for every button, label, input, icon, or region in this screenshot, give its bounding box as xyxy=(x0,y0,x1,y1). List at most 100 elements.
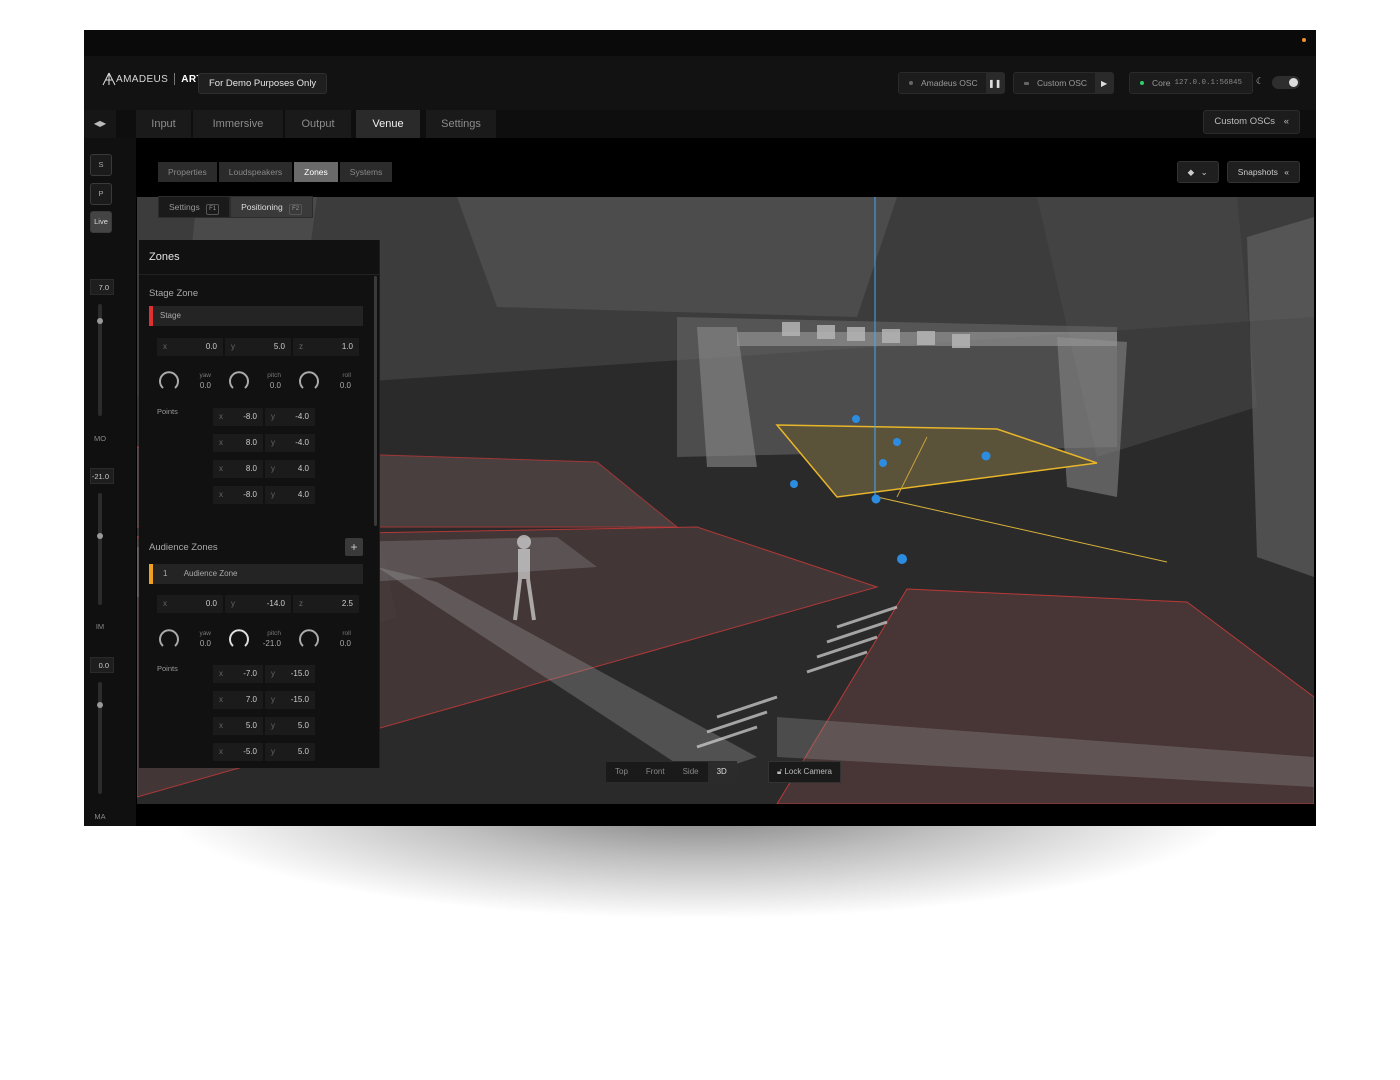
stage-point-1-y-value: -4.0 xyxy=(295,412,309,421)
audience-zone-row[interactable]: 1 Audience Zone xyxy=(149,564,363,584)
demo-badge: For Demo Purposes Only xyxy=(198,73,328,94)
layers-dropdown[interactable]: ◆ ⌄ xyxy=(1176,161,1219,183)
ma-label: MA xyxy=(94,812,106,821)
stage-roll-dial[interactable] xyxy=(297,368,321,392)
positioning-subtab[interactable]: Positioning F2 xyxy=(230,196,314,218)
sidebar-expand-button[interactable]: ◀▶ xyxy=(84,110,116,138)
audience-point-1-y[interactable]: y -15.0 xyxy=(265,665,315,683)
stage-z-field[interactable]: z 1.0 xyxy=(293,338,359,356)
lock-camera-button[interactable]: 🔓︎ Lock Camera xyxy=(768,761,841,783)
lock-camera-label: Lock Camera xyxy=(784,767,832,776)
audience-point-4-y[interactable]: y 5.0 xyxy=(265,743,315,761)
audience-point-2-x[interactable]: x 7.0 xyxy=(213,691,263,709)
stage-point-1-x[interactable]: x -8.0 xyxy=(213,408,263,426)
amadeus-logo-icon xyxy=(102,72,116,86)
add-zone-button[interactable]: + xyxy=(345,538,363,556)
tab-output[interactable]: Output xyxy=(285,110,351,138)
stage-point-2-y[interactable]: y -4.0 xyxy=(265,434,315,452)
stage-roll-value: 0.0 xyxy=(339,381,351,390)
amadeus-osc-status-dot xyxy=(909,81,913,85)
live-button[interactable]: Live xyxy=(90,211,112,233)
audience-point-2-y[interactable]: y -15.0 xyxy=(265,691,315,709)
theme-toggle[interactable] xyxy=(1272,76,1300,89)
x-label: x xyxy=(219,464,223,473)
snapshots-button[interactable]: Snapshots « xyxy=(1226,161,1300,183)
audience-point-1-x[interactable]: x -7.0 xyxy=(213,665,263,683)
pause-button[interactable]: ❚❚ xyxy=(985,73,1004,93)
stage-y-field[interactable]: y 5.0 xyxy=(225,338,291,356)
core-label: Core xyxy=(1152,78,1171,88)
stage-zone-heading: Stage Zone xyxy=(149,288,199,299)
stage-x-field[interactable]: x 0.0 xyxy=(157,338,223,356)
y-label: y xyxy=(271,464,275,473)
mo-slider-knob[interactable] xyxy=(97,318,103,324)
audience-zones-heading: Audience Zones xyxy=(149,542,218,553)
subtab-loudspeakers[interactable]: Loudspeakers xyxy=(218,162,293,182)
panel-scrollbar[interactable] xyxy=(374,276,377,526)
preview-button[interactable]: P xyxy=(90,183,112,205)
mo-label: MO xyxy=(93,434,107,443)
amadeus-osc-connection[interactable]: Amadeus OSC ❚❚ xyxy=(898,72,1005,94)
core-connection[interactable]: Core 127.0.0.1:56845 xyxy=(1129,72,1253,94)
tab-input[interactable]: Input xyxy=(136,110,191,138)
stage-point-2-x[interactable]: x 8.0 xyxy=(213,434,263,452)
tab-settings[interactable]: Settings xyxy=(426,110,496,138)
subtab-properties[interactable]: Properties xyxy=(158,162,217,182)
audience-point-4-x[interactable]: x -5.0 xyxy=(213,743,263,761)
audience-pitch-dial[interactable] xyxy=(227,626,251,650)
stage-yaw-dial[interactable] xyxy=(157,368,181,392)
mo-value[interactable]: 7.0 xyxy=(90,279,114,295)
stage-pitch-dial[interactable] xyxy=(227,368,251,392)
x-label: x xyxy=(219,412,223,421)
positioning-subtab-label: Positioning xyxy=(241,202,283,212)
tab-immersive[interactable]: Immersive xyxy=(193,110,283,138)
audience-point-3-x[interactable]: x 5.0 xyxy=(213,717,263,735)
positioning-tabs: Settings F1 Positioning F2 xyxy=(158,196,314,218)
view-top-button[interactable]: Top xyxy=(606,762,637,782)
x-label: x xyxy=(219,438,223,447)
audience-z-field[interactable]: z 2.5 xyxy=(293,595,359,613)
audience-x-field[interactable]: x 0.0 xyxy=(157,595,223,613)
stage-point-4-x[interactable]: x -8.0 xyxy=(213,486,263,504)
x-label: x xyxy=(163,342,167,351)
settings-subtab[interactable]: Settings F1 xyxy=(158,196,231,218)
im-slider[interactable] xyxy=(98,493,102,605)
stage-y-value: 5.0 xyxy=(273,342,285,351)
audience-point-3-y[interactable]: y 5.0 xyxy=(265,717,315,735)
ma-value[interactable]: 0.0 xyxy=(90,657,114,673)
x-label: x xyxy=(219,695,223,704)
subtab-zones[interactable]: Zones xyxy=(294,162,338,182)
ma-slider[interactable] xyxy=(98,682,102,794)
audience-y-field[interactable]: y -14.0 xyxy=(225,595,291,613)
stage-point-3-x[interactable]: x 8.0 xyxy=(213,460,263,478)
audience-point-1-y-value: -15.0 xyxy=(290,669,309,678)
subtab-systems[interactable]: Systems xyxy=(339,162,393,182)
audience-x-value: 0.0 xyxy=(205,599,217,608)
audience-point-3-y-value: 5.0 xyxy=(297,721,309,730)
view-side-button[interactable]: Side xyxy=(674,762,708,782)
y-label: y xyxy=(271,695,275,704)
custom-osc-connection[interactable]: Custom OSC ▶ xyxy=(1013,72,1115,94)
audience-points-label: Points xyxy=(157,664,178,673)
solo-button[interactable]: S xyxy=(90,154,112,176)
collapse-icon: « xyxy=(1283,116,1289,127)
positioning-shortcut: F2 xyxy=(289,204,303,215)
custom-oscs-button[interactable]: Custom OSCs « xyxy=(1203,110,1300,134)
im-value[interactable]: -21.0 xyxy=(90,468,114,484)
stage-zone-row[interactable]: Stage xyxy=(149,306,363,326)
stage-point-4-y[interactable]: y 4.0 xyxy=(265,486,315,504)
audience-roll-dial[interactable] xyxy=(297,626,321,650)
play-button[interactable]: ▶ xyxy=(1095,73,1114,93)
audience-yaw-dial[interactable] xyxy=(157,626,181,650)
stage-point-1-y[interactable]: y -4.0 xyxy=(265,408,315,426)
ma-slider-knob[interactable] xyxy=(97,702,103,708)
im-label: IM xyxy=(95,622,105,631)
view-front-button[interactable]: Front xyxy=(637,762,674,782)
stage-point-3-y[interactable]: y 4.0 xyxy=(265,460,315,478)
im-slider-knob[interactable] xyxy=(97,533,103,539)
yaw-label: yaw xyxy=(199,630,211,637)
pitch-label: pitch xyxy=(267,630,281,637)
y-label: y xyxy=(271,669,275,678)
tab-venue[interactable]: Venue xyxy=(356,110,420,138)
view-3d-button[interactable]: 3D xyxy=(707,762,736,782)
